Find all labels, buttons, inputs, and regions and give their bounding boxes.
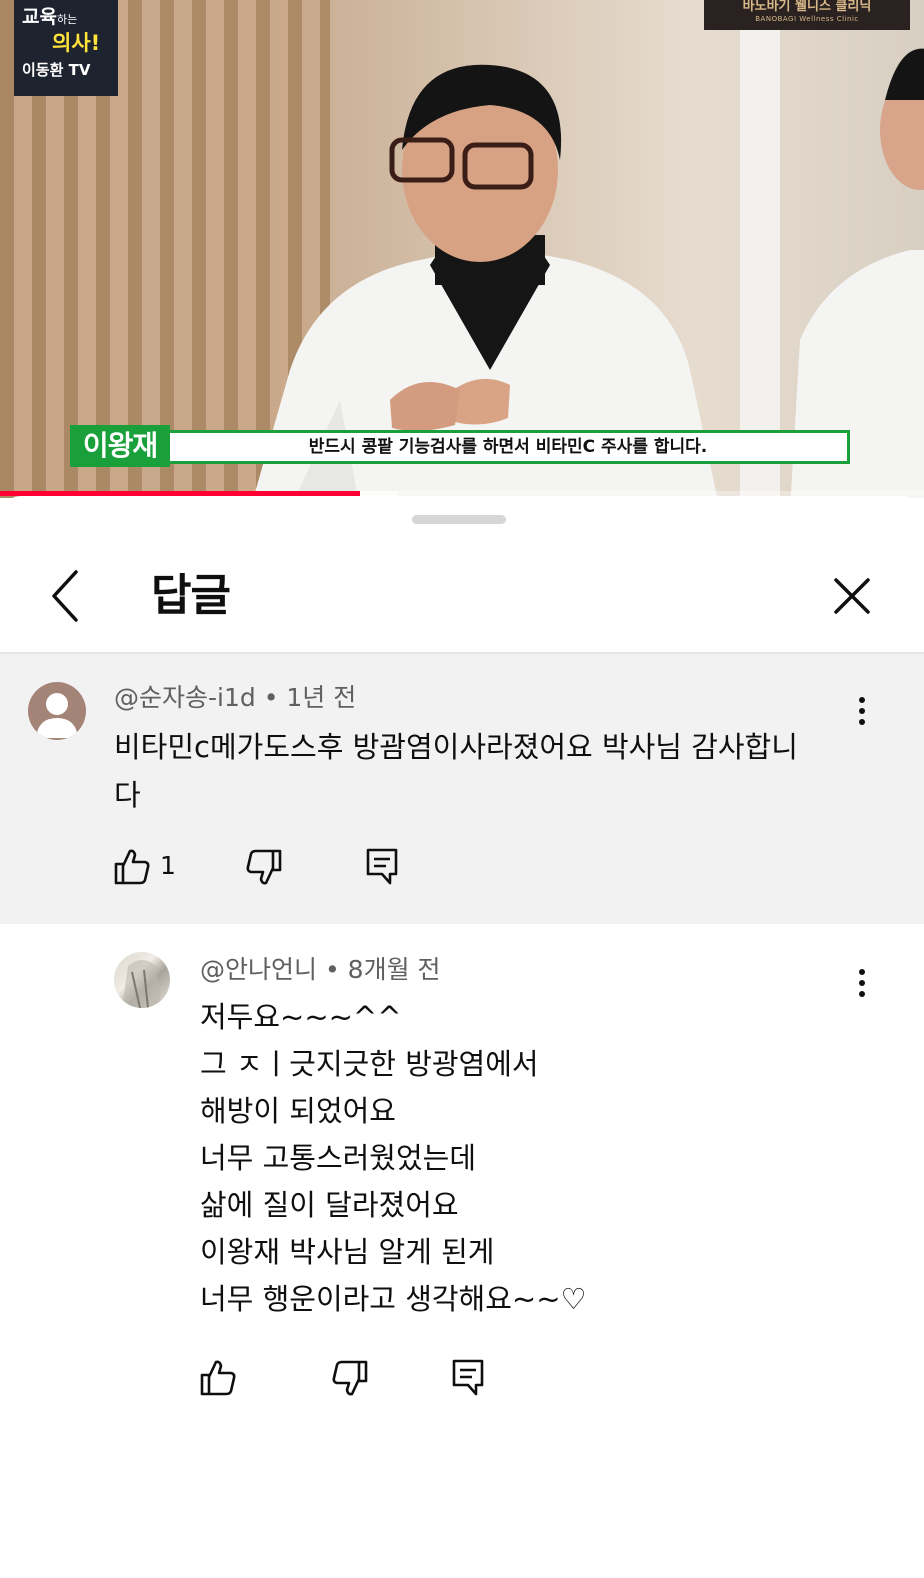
comment-reply-icon — [366, 848, 398, 885]
like-button[interactable] — [112, 847, 152, 887]
channel-logo: 교육하는 의사! 이동환 TV — [14, 0, 118, 96]
thumbs-down-icon — [246, 849, 282, 885]
dislike-button[interactable] — [244, 847, 284, 887]
comment-time: 8개월 전 — [347, 955, 441, 984]
comment-text-line: 비타민c메가도스후 방괌염이사라졌어요 박사님 감사합니 — [114, 730, 798, 764]
video-caption: 반드시 콩팥 기능검사를 하면서 비타민C 주사를 합니다. 이왕재 — [70, 425, 850, 467]
comment-author[interactable]: @순자송-i1d — [114, 683, 256, 712]
meta-separator: • — [263, 683, 287, 712]
comment-text-line: 너무 고통스러웠었는데 — [200, 1141, 477, 1175]
reply-comment: @안나언니 • 8개월 전 저두요~~~^^ 그 ㅈㅣ긋지긋한 방광염에서해방이 … — [0, 924, 924, 1578]
thumbs-up-icon — [114, 849, 150, 885]
comment-text: 비타민c메가도스후 방괌염이사라졌어요 박사님 감사합니 다 — [114, 723, 854, 819]
back-button[interactable] — [40, 566, 92, 626]
like-button[interactable] — [198, 1358, 238, 1398]
sheet-drag-handle[interactable] — [412, 515, 506, 524]
close-button[interactable] — [826, 570, 878, 622]
replies-sheet: 답글 @순자송-i1d • 1년 전 비타민c메가도스후 방괌염이사라졌어요 박… — [0, 496, 924, 1578]
comment-text-line: 삶에 질이 달라졌어요 — [200, 1188, 459, 1222]
caption-speaker-name: 이왕재 — [70, 425, 170, 467]
comment-text-line: 다 — [114, 778, 141, 812]
channel-logo-line1-small: 하는 — [56, 13, 78, 26]
default-user-icon — [36, 693, 78, 738]
thumbs-up-icon — [200, 1360, 236, 1396]
comment-text-line: 저두요~~~^^ — [200, 1000, 402, 1034]
caption-text: 반드시 콩팥 기능검사를 하면서 비타민C 주사를 합니다. — [166, 430, 850, 464]
meta-separator: • — [324, 955, 348, 984]
video-player[interactable]: 교육하는 의사! 이동환 TV 바노바기 웰니스 클리닉 BANOBAGI We… — [0, 0, 924, 498]
close-icon — [834, 578, 870, 614]
reply-button[interactable] — [448, 1357, 488, 1397]
chevron-left-icon — [52, 570, 78, 622]
like-count: 1 — [160, 851, 176, 880]
channel-logo-line1: 교육 — [22, 6, 57, 28]
comment-reply-icon — [452, 1359, 484, 1396]
comment-author[interactable]: @안나언니 — [200, 955, 317, 984]
comment-text-line: 이왕재 박사님 알게 된게 — [200, 1235, 495, 1269]
user-photo-icon — [122, 960, 162, 1008]
channel-logo-line3: 이동환 TV — [22, 61, 91, 79]
comment-meta: @안나언니 • 8개월 전 — [200, 954, 441, 986]
parent-comment: @순자송-i1d • 1년 전 비타민c메가도스후 방괌염이사라졌어요 박사님 … — [0, 654, 924, 924]
comment-meta: @순자송-i1d • 1년 전 — [114, 682, 356, 714]
comment-text: 저두요~~~^^ 그 ㅈㅣ긋지긋한 방광염에서해방이 되었어요너무 고통스러웠었는… — [200, 994, 880, 1323]
dislike-button[interactable] — [330, 1358, 370, 1398]
comment-text-line: 해방이 되었어요 — [200, 1094, 396, 1128]
comment-time: 1년 전 — [286, 683, 357, 712]
clinic-logo-name: 바노바기 웰니스 클리닉 — [742, 0, 872, 14]
channel-logo-line2: 의사! — [52, 31, 101, 55]
comment-text-line: 너무 행운이라고 생각해요~~♡ — [200, 1282, 587, 1316]
sheet-title: 답글 — [151, 570, 231, 621]
avatar[interactable] — [28, 682, 86, 740]
avatar[interactable] — [114, 952, 170, 1008]
comment-more-button[interactable] — [852, 694, 872, 730]
reply-button[interactable] — [362, 846, 402, 886]
thumbs-down-icon — [332, 1360, 368, 1396]
clinic-logo: 바노바기 웰니스 클리닉 BANOBAGI Wellness Clinic — [704, 0, 910, 30]
clinic-logo-sub: BANOBAGI Wellness Clinic — [755, 15, 859, 23]
comment-text-line: 그 ㅈㅣ긋지긋한 방광염에서 — [200, 1047, 539, 1081]
